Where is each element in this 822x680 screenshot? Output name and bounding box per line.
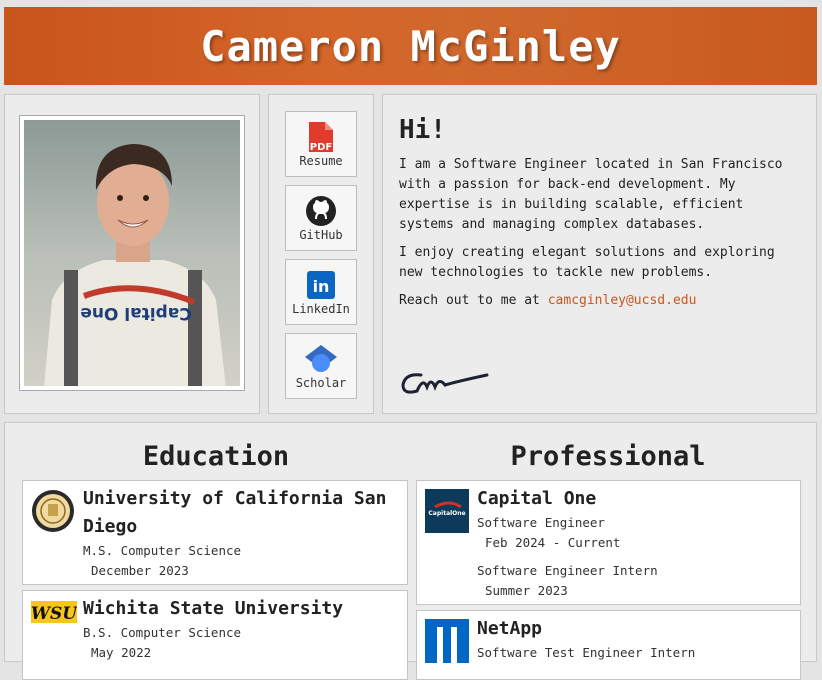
ucsd-degree: M.S. Computer Science [83,543,242,558]
professional-card-capital-one: CapitalOne Capital One Software Engineer… [416,480,801,605]
intro-paragraph-2: I enjoy creating elegant solutions and e… [399,245,775,280]
contact-line: Reach out to me at camcginley@ucsd.edu [399,291,800,311]
linkedin-label: LinkedIn [292,302,350,316]
capital-one-logo-text: CapitalOne [428,510,465,517]
greeting-heading: Hi! [399,115,446,145]
profile-photo-frame: Capital One [19,115,245,391]
shirt-logo-text: Capital One [80,303,191,323]
capital-one-name: Capital One [477,488,597,509]
netapp-logo-icon [425,619,469,663]
photo-panel: Capital One [4,94,260,414]
ucsd-seal-icon [31,489,75,533]
wsu-degree: B.S. Computer Science [83,625,242,640]
scholar-label: Scholar [295,376,347,390]
linkedin-button[interactable]: in LinkedIn [285,259,357,325]
ucsd-school-name: University of California San Diego [83,488,387,537]
email-link[interactable]: camcginley@ucsd.edu [548,293,697,308]
signature [399,361,494,405]
scholar-icon [304,342,338,376]
wsu-logo-text: WSU [31,604,77,624]
education-card-wsu: WSU Wichita State University B.S. Comput… [22,590,408,680]
education-card-ucsd: University of California San Diego M.S. … [22,480,408,585]
github-label: GitHub [299,228,343,242]
resume-button[interactable]: PDF Resume [285,111,357,177]
pdf-icon: PDF [305,120,337,154]
professional-card-netapp: NetApp Software Test Engineer Intern [416,610,801,680]
github-icon [305,194,337,228]
profile-photo: Capital One [24,120,240,386]
wsu-shocker-icon: WSU [31,597,78,641]
page-title: Cameron McGinley [200,21,621,71]
capital-one-date-2: Summer 2023 [485,583,568,598]
resume-label: Resume [299,154,343,168]
education-heading: Education [142,441,290,472]
experience-panel: Education Professional University of Cal… [4,422,817,680]
capital-one-role-1: Software Engineer [477,515,605,530]
ucsd-date: December 2023 [91,563,189,578]
github-button[interactable]: GitHub [285,185,357,251]
capital-one-logo-icon: CapitalOne [425,489,469,533]
linkedin-badge: in [313,277,330,296]
wsu-date: May 2022 [91,645,152,660]
capital-one-date-1: Feb 2024 - Current [485,535,621,550]
netapp-role-1: Software Test Engineer Intern [477,645,696,660]
linkedin-icon: in [306,268,336,302]
capital-one-role-2: Software Engineer Intern [477,563,658,578]
links-panel: PDF Resume GitHub in LinkedIn Scholar [268,94,374,414]
pdf-badge: PDF [310,142,332,153]
intro-panel: Hi! I am a Software Engineer located in … [382,94,817,414]
netapp-name: NetApp [477,618,543,639]
header-banner: Cameron McGinley [4,7,817,85]
intro-paragraph-1: I am a Software Engineer located in San … [399,157,783,232]
professional-heading: Professional [510,441,706,472]
scholar-button[interactable]: Scholar [285,333,357,399]
wsu-school-name: Wichita State University [83,598,344,619]
contact-prefix: Reach out to me at [399,293,548,308]
